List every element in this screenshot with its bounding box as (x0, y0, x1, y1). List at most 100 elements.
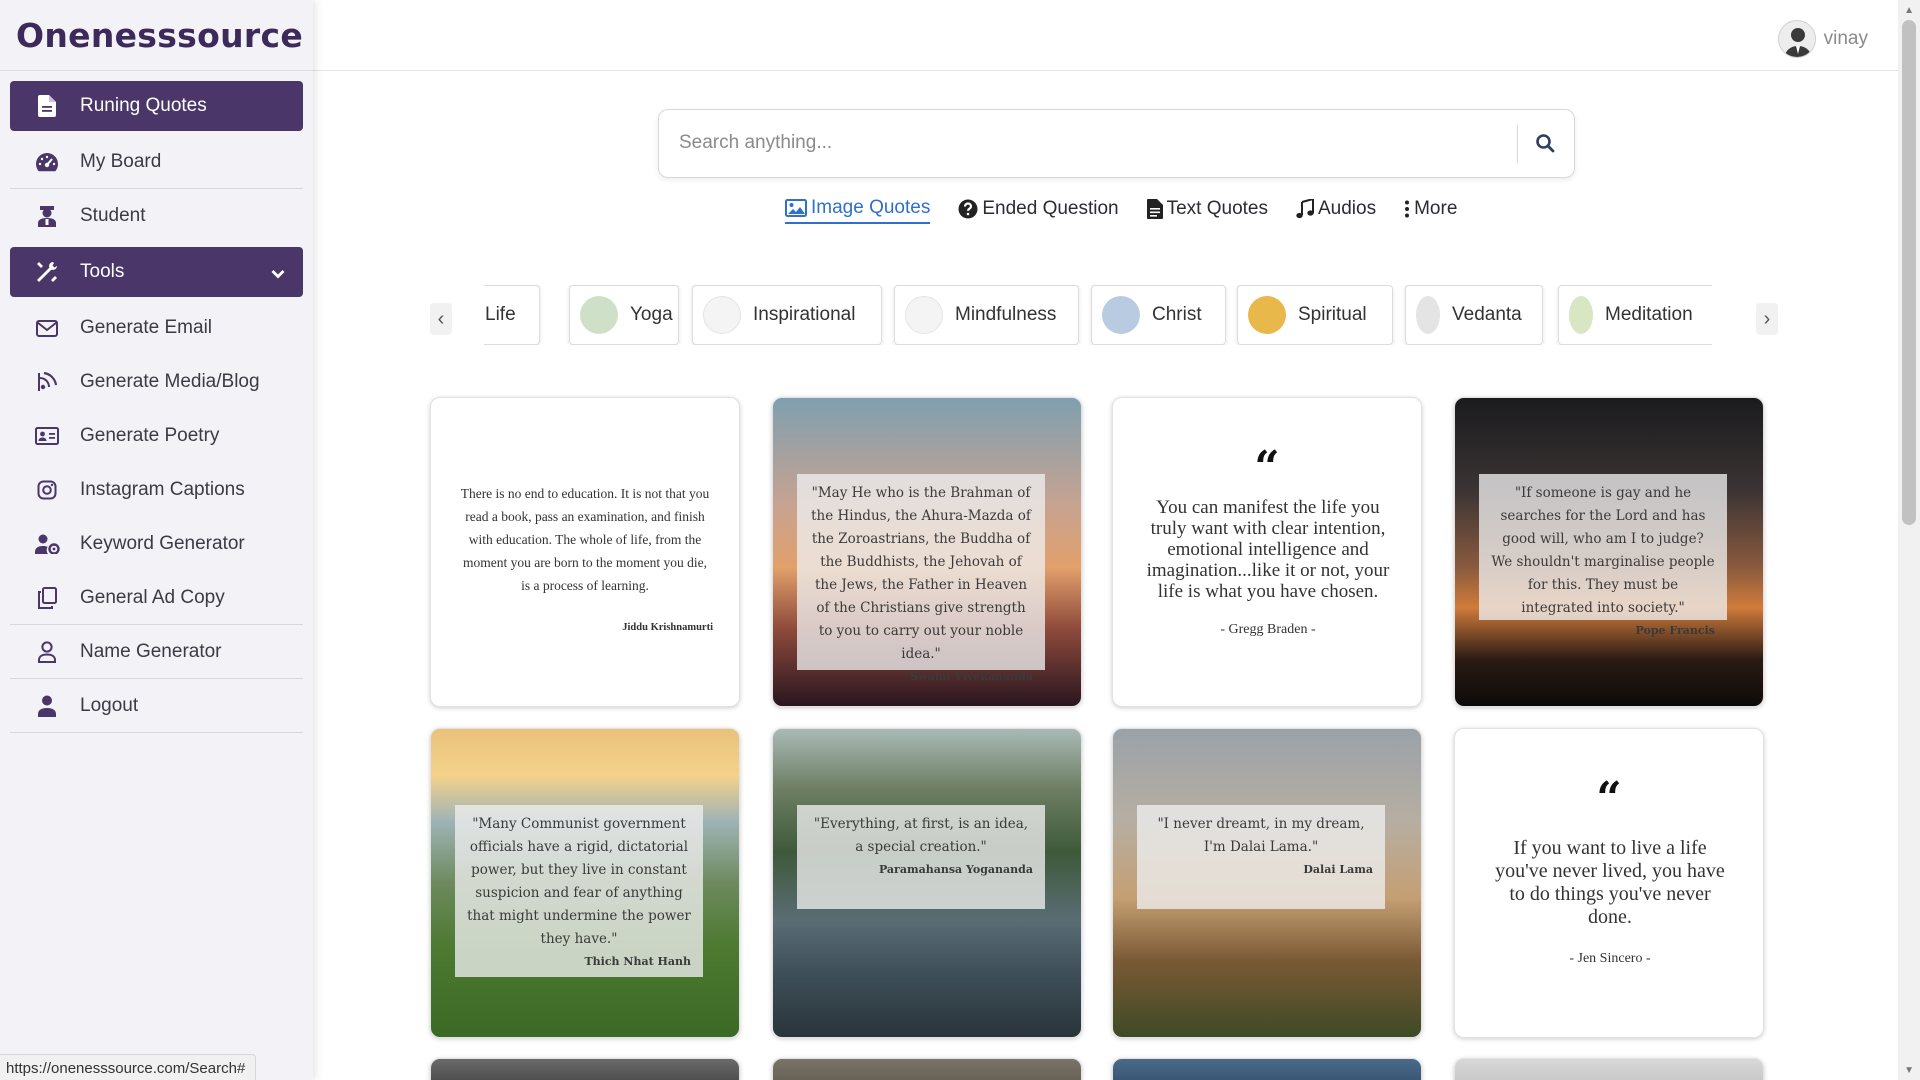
sidebar-item-my-board[interactable]: My Board (10, 135, 303, 189)
page-scrollbar[interactable]: ▲ ▼ (1898, 0, 1920, 1080)
user-menu[interactable]: vinay (1777, 20, 1868, 58)
quote-card[interactable] (430, 1058, 740, 1080)
quote-card[interactable]: “ You can manifest the life you truly wa… (1112, 397, 1422, 707)
quote-card[interactable] (772, 1058, 1082, 1080)
sidebar-item-generate-poetry[interactable]: Generate Poetry (10, 409, 303, 463)
tab-text-quotes[interactable]: Text Quotes (1146, 194, 1268, 224)
search-divider (1517, 125, 1518, 163)
search-icon (1535, 133, 1555, 158)
user-outline-icon (34, 640, 60, 664)
quote-overlay: "Many Communist government officials hav… (455, 805, 703, 977)
category-thumbnail (1248, 296, 1286, 334)
quote-card[interactable]: "Everything, at first, is an idea, a spe… (772, 728, 1082, 1038)
tab-label: Ended Question (982, 198, 1119, 219)
category-thumbnail (905, 296, 943, 334)
chevron-down-icon[interactable] (271, 263, 285, 285)
quote-text: "I never dreamt, in my dream, I'm Dalai … (1157, 816, 1365, 855)
tab-label: Text Quotes (1166, 198, 1268, 219)
tab-image-quotes[interactable]: Image Quotes (785, 194, 931, 224)
category-label: Life (485, 304, 516, 325)
sidebar-item-label: My Board (80, 150, 162, 172)
quote-author: Swami Vivekananda (910, 670, 1033, 683)
quote-author: Thich Nhat Hanh (584, 955, 692, 968)
search-input[interactable] (679, 132, 1499, 154)
quote-author: Paramahansa Yogananda (878, 863, 1033, 876)
tab-more[interactable]: More (1404, 194, 1457, 224)
category-prev-button[interactable]: ‹ (430, 303, 452, 335)
envelope-icon (34, 316, 60, 340)
quote-card[interactable] (1454, 1058, 1764, 1080)
quote-author: - Gregg Braden - (1220, 622, 1316, 637)
sidebar-item-logout[interactable]: Logout (10, 679, 303, 733)
sidebar-item-name-generator[interactable]: Name Generator (10, 625, 303, 679)
sidebar-item-runing-quotes[interactable]: Runing Quotes (10, 81, 303, 131)
quote-card[interactable] (1112, 1058, 1422, 1080)
sidebar-item-generate-email[interactable]: Generate Email (10, 301, 303, 355)
category-yoga[interactable]: Yoga (569, 285, 679, 345)
sidebar-item-generate-media-blog[interactable]: Generate Media/Blog (10, 355, 303, 409)
sidebar-item-label: Generate Poetry (80, 425, 220, 446)
category-vedanta[interactable]: Vedanta (1405, 285, 1543, 345)
question-circle-icon (958, 199, 978, 219)
vertical-dots-icon (1404, 200, 1410, 218)
student-icon (34, 204, 60, 228)
file-icon (34, 94, 60, 118)
sidebar-item-label: Generate Media/Blog (80, 371, 260, 392)
brand-logo[interactable]: Onenesssource (0, 0, 313, 72)
quote-author: Pope Francis (1635, 624, 1715, 637)
category-meditation[interactable]: Meditation (1558, 285, 1712, 345)
sidebar-item-instagram-captions[interactable]: Instagram Captions (10, 463, 303, 517)
quote-card[interactable]: "May He who is the Brahman of the Hindus… (772, 397, 1082, 707)
quote-text: There is no end to education. It is not … (460, 486, 710, 593)
category-thumbnail (1416, 296, 1440, 334)
scroll-down-icon[interactable]: ▼ (1904, 1065, 1914, 1076)
quote-card[interactable]: There is no end to education. It is not … (430, 397, 740, 707)
quote-text: "If someone is gay and he searches for t… (1491, 485, 1715, 616)
chevron-left-icon: ‹ (437, 307, 445, 330)
quote-overlay: "If someone is gay and he searches for t… (1479, 474, 1727, 637)
search-button[interactable] (1530, 130, 1560, 160)
quote-author: - Jen Sincero - (1569, 951, 1651, 966)
quote-author: Dalai Lama (1303, 863, 1373, 876)
category-label: Spiritual (1298, 304, 1367, 325)
search-box (658, 109, 1575, 178)
id-card-icon (34, 424, 60, 448)
category-mindfulness[interactable]: Mindfulness (894, 285, 1079, 345)
category-thumbnail (580, 296, 618, 334)
quote-text: If you want to live a life you've never … (1495, 837, 1725, 928)
logo-divider (0, 70, 313, 71)
category-next-button[interactable]: › (1756, 303, 1778, 335)
music-icon (1296, 199, 1314, 219)
sidebar-item-student[interactable]: Student (10, 189, 303, 243)
sidebar-item-tools[interactable]: Tools (10, 247, 303, 297)
quote-card[interactable]: "If someone is gay and he searches for t… (1454, 397, 1764, 707)
category-thumbnail (703, 296, 741, 334)
quote-overlay: "I never dreamt, in my dream, I'm Dalai … (1137, 805, 1385, 909)
scroll-up-icon[interactable]: ▲ (1904, 5, 1914, 16)
top-bar: vinay (313, 0, 1898, 71)
tab-ended-question[interactable]: Ended Question (958, 194, 1119, 224)
tab-label: Audios (1318, 198, 1377, 219)
quote-card[interactable]: "Many Communist government officials hav… (430, 728, 740, 1038)
sidebar-item-label: Tools (80, 261, 125, 282)
category-inspirational[interactable]: Inspirational (692, 285, 882, 345)
category-spiritual[interactable]: Spiritual (1237, 285, 1393, 345)
tab-audios[interactable]: Audios (1296, 194, 1376, 224)
image-icon (785, 199, 807, 217)
quote-card[interactable]: “ If you want to live a life you've neve… (1454, 728, 1764, 1038)
sidebar-item-general-ad-copy[interactable]: General Ad Copy (10, 571, 303, 625)
category-life[interactable]: Life (484, 285, 540, 345)
sidebar-item-label: Student (80, 205, 146, 226)
quote-card[interactable]: "I never dreamt, in my dream, I'm Dalai … (1112, 728, 1422, 1038)
scrollbar-thumb[interactable] (1902, 20, 1916, 525)
sidebar-item-label: Name Generator (80, 640, 222, 662)
sidebar-nav: Runing Quotes My Board Student Tools Gen… (10, 81, 303, 733)
blog-icon (34, 370, 60, 394)
quote-mark-icon: “ (1254, 442, 1280, 493)
user-solid-icon (34, 694, 60, 718)
sidebar-item-keyword-generator[interactable]: Keyword Generator (10, 517, 303, 571)
file-text-icon (1146, 199, 1163, 219)
category-thumbnail (1569, 296, 1593, 334)
sidebar-item-label: General Ad Copy (80, 586, 225, 608)
category-christ[interactable]: Christ (1091, 285, 1226, 345)
